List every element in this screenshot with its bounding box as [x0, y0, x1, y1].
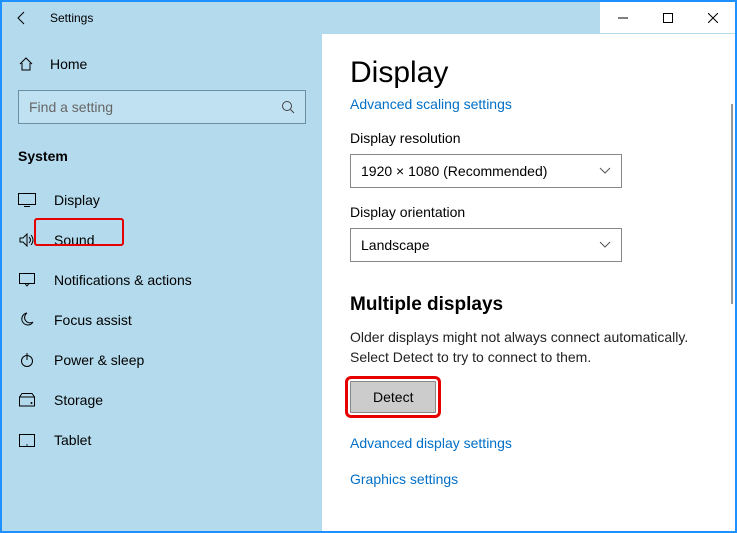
sidebar-category: System	[2, 140, 322, 180]
body: Home Find a setting System Display Sound…	[2, 34, 735, 531]
sidebar-item-sound[interactable]: Sound	[2, 220, 322, 260]
search-input[interactable]: Find a setting	[18, 90, 306, 124]
resolution-value: 1920 × 1080 (Recommended)	[361, 163, 547, 179]
scrollbar[interactable]	[731, 104, 733, 304]
sidebar-item-label: Focus assist	[54, 312, 132, 328]
titlebar: Settings	[2, 2, 735, 34]
display-icon	[18, 193, 36, 207]
back-button[interactable]	[14, 10, 38, 26]
storage-icon	[18, 393, 36, 407]
sidebar-item-label: Display	[54, 192, 100, 208]
sidebar-item-label: Tablet	[54, 432, 91, 448]
window-controls	[600, 2, 735, 33]
orientation-value: Landscape	[361, 237, 430, 253]
main-content: Display Advanced scaling settings Displa…	[322, 34, 735, 531]
sidebar: Home Find a setting System Display Sound…	[2, 34, 322, 531]
sidebar-home[interactable]: Home	[2, 46, 322, 82]
page-title: Display	[350, 56, 711, 90]
sidebar-item-tablet[interactable]: Tablet	[2, 420, 322, 460]
search-icon	[281, 100, 295, 114]
power-icon	[18, 352, 36, 368]
window-title: Settings	[50, 11, 93, 25]
sidebar-item-focus-assist[interactable]: Focus assist	[2, 300, 322, 340]
sidebar-item-notifications[interactable]: Notifications & actions	[2, 260, 322, 300]
sound-icon	[18, 233, 36, 247]
settings-window: Settings Home Find a setting System	[0, 0, 737, 533]
minimize-button[interactable]	[600, 2, 645, 33]
resolution-label: Display resolution	[350, 130, 711, 146]
sidebar-item-power-sleep[interactable]: Power & sleep	[2, 340, 322, 380]
sidebar-item-display[interactable]: Display	[2, 180, 322, 220]
notifications-icon	[18, 273, 36, 287]
chevron-down-icon	[599, 241, 611, 249]
orientation-dropdown[interactable]: Landscape	[350, 228, 622, 262]
link-advanced-display[interactable]: Advanced display settings	[350, 435, 512, 451]
multiple-displays-desc: Older displays might not always connect …	[350, 328, 690, 367]
sidebar-home-label: Home	[50, 56, 87, 72]
detect-button[interactable]: Detect	[350, 381, 436, 413]
sidebar-item-label: Sound	[54, 232, 94, 248]
sidebar-item-label: Power & sleep	[54, 352, 144, 368]
home-icon	[18, 56, 34, 72]
sidebar-item-label: Notifications & actions	[54, 272, 192, 288]
chevron-down-icon	[599, 167, 611, 175]
focus-assist-icon	[18, 312, 36, 328]
tablet-icon	[18, 434, 36, 447]
sidebar-item-label: Storage	[54, 392, 103, 408]
sidebar-item-storage[interactable]: Storage	[2, 380, 322, 420]
close-button[interactable]	[690, 2, 735, 33]
orientation-label: Display orientation	[350, 204, 711, 220]
link-graphics-settings[interactable]: Graphics settings	[350, 471, 458, 487]
search-placeholder: Find a setting	[29, 99, 281, 115]
link-advanced-scaling[interactable]: Advanced scaling settings	[350, 96, 512, 112]
multiple-displays-heading: Multiple displays	[350, 294, 711, 316]
maximize-button[interactable]	[645, 2, 690, 33]
resolution-dropdown[interactable]: 1920 × 1080 (Recommended)	[350, 154, 622, 188]
